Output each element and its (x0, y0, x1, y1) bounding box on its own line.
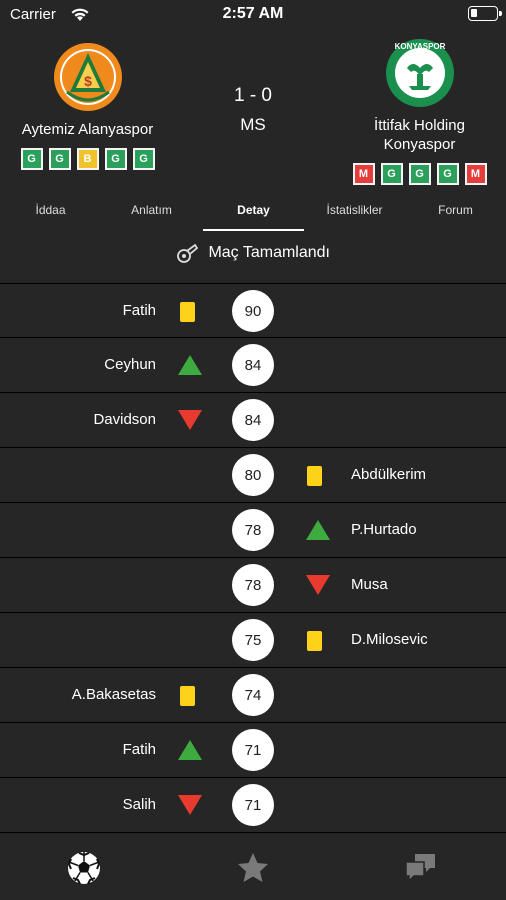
konyaspor-crest-icon: KONYASPOR (385, 39, 454, 107)
tab-anlatim[interactable]: Anlatım (101, 202, 202, 217)
whistle-icon (177, 243, 198, 263)
substitution-in-icon (178, 740, 202, 760)
chat-bubbles-icon[interactable] (403, 850, 439, 886)
event-minute: 84 (232, 344, 274, 386)
match-finished-label: Maç Tamamlandı (208, 244, 330, 262)
event-player-name[interactable]: Ceyhun (104, 356, 156, 373)
away-team[interactable]: KONYASPOR İttifak Holding Konyaspor MGGG… (333, 38, 506, 185)
yellow-card-icon (180, 302, 195, 322)
away-form-badge: G (380, 163, 403, 185)
event-row: 71 Fatih (0, 723, 506, 778)
konyaspor-crest-text: KONYASPOR (394, 42, 445, 51)
home-form-badge: B (76, 148, 99, 170)
clock: 2:57 AM (222, 5, 284, 22)
event-player-name[interactable]: A.Bakasetas (72, 686, 156, 703)
tab-istatislikler[interactable]: İstatislikler (304, 202, 405, 217)
tab-detay[interactable]: Detay (203, 202, 304, 217)
soccer-ball-icon[interactable] (66, 850, 102, 886)
tab-forum[interactable]: Forum (405, 202, 506, 217)
substitution-in-icon (178, 355, 202, 375)
event-player-name[interactable]: Fatih (123, 741, 156, 758)
match-tabs: İddaa Anlatım Detay İstatislikler Forum (0, 202, 506, 232)
yellow-card-icon (180, 686, 195, 706)
bottom-nav (0, 833, 506, 900)
event-row: 78 Musa (0, 558, 506, 613)
event-row: 71 Salih (0, 778, 506, 833)
star-icon[interactable] (235, 850, 271, 886)
match-status: MS (240, 115, 266, 134)
event-player-name[interactable]: Davidson (93, 411, 156, 428)
event-player-name[interactable]: Salih (123, 796, 156, 813)
home-form: GGBGG (0, 148, 175, 170)
yellow-card-icon (307, 631, 322, 651)
event-minute: 90 (232, 290, 274, 332)
event-player-name[interactable]: Musa (351, 576, 388, 593)
event-minute: 74 (232, 674, 274, 716)
event-minute: 71 (232, 784, 274, 826)
alanyaspor-crest-icon: $ (53, 43, 122, 111)
substitution-in-icon (306, 520, 330, 540)
event-row: 75 D.Milosevic (0, 613, 506, 668)
away-team-name-line2: Konyaspor (383, 136, 456, 153)
event-row: 80 Abdülkerim (0, 448, 506, 503)
home-team-name: Aytemiz Alanyaspor (21, 121, 154, 138)
score: 1 - 0 (233, 85, 273, 106)
event-player-name[interactable]: P.Hurtado (351, 521, 417, 538)
home-form-badge: G (132, 148, 155, 170)
tab-iddaa[interactable]: İddaa (0, 202, 101, 217)
event-row: 90 Fatih (0, 283, 506, 338)
substitution-out-icon (178, 795, 202, 815)
home-form-badge: G (48, 148, 71, 170)
away-team-name: İttifak Holding Konyaspor (333, 116, 506, 154)
event-minute: 71 (232, 729, 274, 771)
status-bar: Carrier 2:57 AM (0, 0, 506, 30)
event-row: 78 P.Hurtado (0, 503, 506, 558)
event-minute: 84 (232, 399, 274, 441)
battery-icon (468, 6, 502, 21)
away-form-badge: M (352, 163, 375, 185)
away-form-badge: M (464, 163, 487, 185)
event-minute: 78 (232, 564, 274, 606)
event-minute: 80 (232, 454, 274, 496)
away-team-name-line1: İttifak Holding (374, 117, 465, 134)
event-row: 84 Ceyhun (0, 338, 506, 393)
event-player-name[interactable]: Abdülkerim (351, 466, 426, 483)
home-form-badge: G (20, 148, 43, 170)
svg-text:$: $ (84, 73, 92, 89)
away-form-badge: G (436, 163, 459, 185)
away-form-badge: G (408, 163, 431, 185)
match-header: $ Aytemiz Alanyaspor GGBGG 1 - 0 MS KONY… (0, 30, 506, 283)
event-minute: 78 (232, 509, 274, 551)
match-finished-banner: Maç Tamamlandı (0, 242, 506, 264)
event-player-name[interactable]: Fatih (123, 302, 156, 319)
away-form: MGGGM (333, 163, 506, 185)
event-list: 90 Fatih 84 Ceyhun 84 Davidson 80 Abdülkerim 78 P… (0, 283, 506, 833)
event-row: 84 Davidson (0, 393, 506, 448)
event-player-name[interactable]: D.Milosevic (351, 631, 428, 648)
substitution-out-icon (178, 410, 202, 430)
event-minute: 75 (232, 619, 274, 661)
substitution-out-icon (306, 575, 330, 595)
home-team[interactable]: $ Aytemiz Alanyaspor GGBGG (0, 42, 175, 170)
yellow-card-icon (307, 466, 322, 486)
event-row: 74 A.Bakasetas (0, 668, 506, 723)
home-form-badge: G (104, 148, 127, 170)
active-tab-indicator (203, 229, 304, 231)
